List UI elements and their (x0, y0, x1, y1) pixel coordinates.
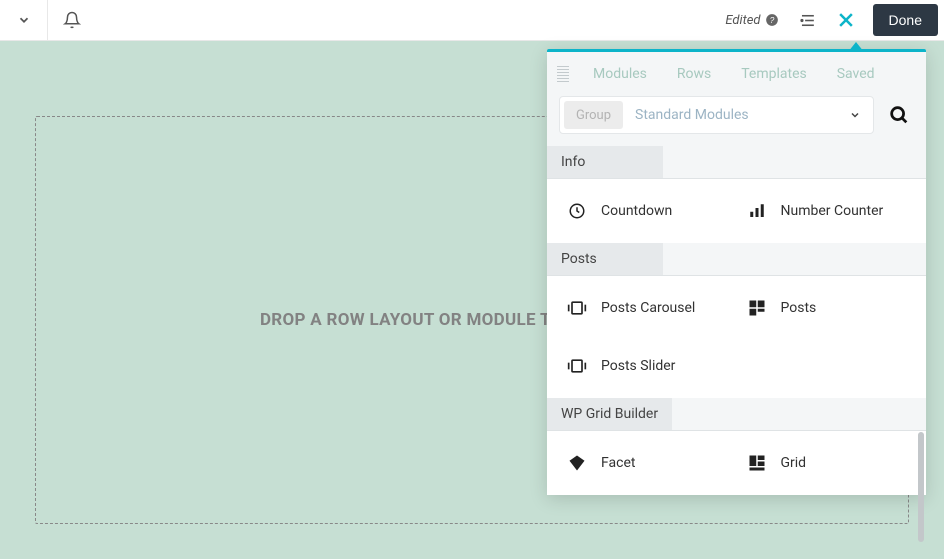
select-value: Standard Modules (635, 107, 749, 123)
topbar-right: Edited ? Done (725, 3, 938, 37)
module-number-counter[interactable]: Number Counter (737, 197, 917, 225)
close-panel-button[interactable] (829, 3, 863, 37)
tab-modules[interactable]: Modules (581, 66, 659, 82)
module-label: Grid (781, 455, 807, 471)
section-info[interactable]: Info (547, 146, 663, 178)
module-type-select[interactable]: Standard Modules (627, 97, 873, 133)
module-grid: Posts Carousel Posts Posts Slider (547, 276, 926, 398)
chevron-down-icon (17, 13, 31, 27)
section-head-wrap: Info (547, 146, 926, 179)
chevron-down-icon (849, 109, 861, 121)
module-label: Countdown (601, 203, 672, 219)
dropdown-toggle[interactable] (0, 0, 47, 41)
bars-icon (747, 201, 767, 221)
tab-saved[interactable]: Saved (825, 66, 887, 82)
module-countdown[interactable]: Countdown (557, 197, 737, 225)
module-label: Posts Slider (601, 358, 675, 374)
module-facet[interactable]: Facet (557, 449, 737, 477)
module-label: Posts (781, 300, 817, 316)
search-icon (888, 104, 910, 126)
svg-text:?: ? (769, 16, 774, 25)
module-grid[interactable]: Grid (737, 449, 917, 477)
clock-icon (567, 201, 587, 221)
module-grid: Countdown Number Counter (547, 179, 926, 243)
panel-tabs: Modules Rows Templates Saved (547, 52, 926, 96)
content-panel: Modules Rows Templates Saved Group Stand… (547, 49, 926, 495)
section-head-wrap: WP Grid Builder (547, 398, 926, 431)
module-posts-slider[interactable]: Posts Slider (557, 352, 737, 380)
edited-status[interactable]: Edited ? (725, 13, 778, 28)
drag-handle-icon[interactable] (557, 66, 569, 82)
module-label: Facet (601, 455, 635, 471)
bell-icon (63, 11, 81, 29)
edited-label: Edited (725, 13, 760, 28)
grid-icon (747, 453, 767, 473)
diamond-icon (567, 453, 587, 473)
help-icon: ? (765, 13, 779, 27)
group-pill[interactable]: Group (564, 101, 623, 129)
scrollbar[interactable] (918, 432, 924, 542)
tab-templates[interactable]: Templates (729, 66, 819, 82)
module-list[interactable]: Info Countdown Number Counter Posts (547, 146, 926, 495)
module-posts-carousel[interactable]: Posts Carousel (557, 294, 737, 322)
filter-row: Group Standard Modules (547, 96, 926, 146)
topbar-left (0, 0, 95, 40)
tab-rows[interactable]: Rows (665, 66, 723, 82)
search-button[interactable] (884, 100, 914, 130)
notifications[interactable] (48, 0, 95, 41)
section-wp-grid-builder[interactable]: WP Grid Builder (547, 398, 672, 430)
module-grid: Facet Grid (547, 431, 926, 495)
carousel-icon (567, 298, 587, 318)
outline-icon (798, 11, 817, 30)
module-posts[interactable]: Posts (737, 294, 917, 322)
section-posts[interactable]: Posts (547, 243, 663, 275)
panel-arrow (848, 42, 864, 52)
carousel-icon (567, 356, 587, 376)
done-button[interactable]: Done (873, 4, 938, 36)
grid-icon (747, 298, 767, 318)
topbar: Edited ? Done (0, 0, 944, 41)
filter-box: Group Standard Modules (559, 96, 874, 134)
close-icon (836, 10, 856, 30)
module-label: Posts Carousel (601, 300, 695, 316)
outline-button[interactable] (791, 3, 825, 37)
section-head-wrap: Posts (547, 243, 926, 276)
module-label: Number Counter (781, 203, 884, 219)
